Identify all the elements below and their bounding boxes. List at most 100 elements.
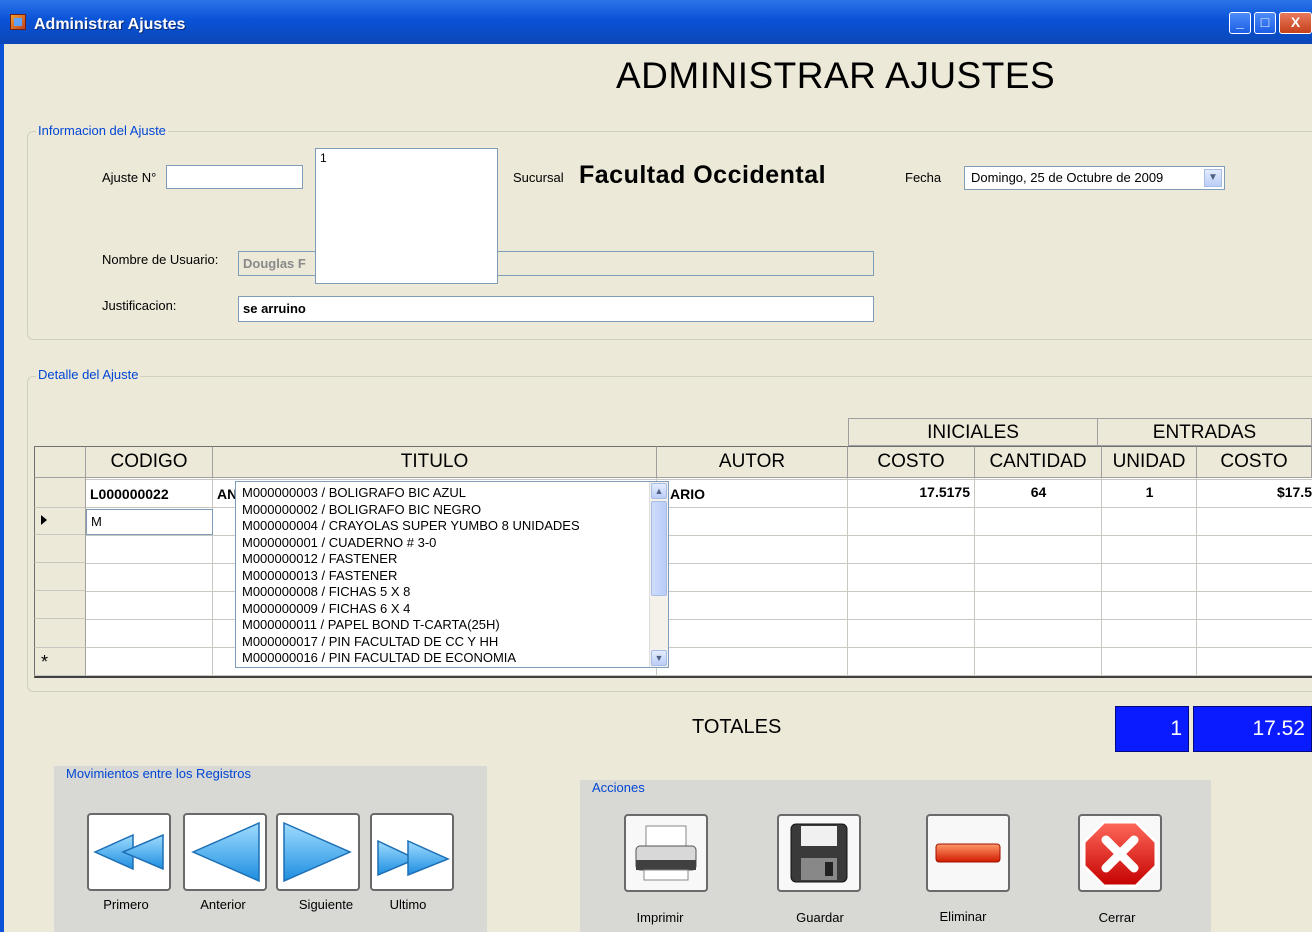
chevron-down-icon[interactable]: ▼ xyxy=(1204,169,1222,187)
last-record-icon xyxy=(377,839,450,877)
dropdown-item[interactable]: M000000008 / FICHAS 5 X 8 xyxy=(242,584,410,600)
fecha-datepicker[interactable]: Domingo, 25 de Octubre de 2009 ▼ xyxy=(964,166,1225,190)
row-header-current[interactable] xyxy=(34,508,86,535)
row-header[interactable] xyxy=(34,478,86,508)
cell-costo[interactable]: 17.5175 xyxy=(848,484,970,500)
col-header-titulo[interactable]: TITULO xyxy=(213,446,657,478)
previous-record-icon xyxy=(191,821,260,883)
ajuste-input[interactable] xyxy=(166,165,303,189)
guardar-button[interactable] xyxy=(777,814,861,892)
header-entradas: ENTRADAS xyxy=(1098,418,1312,446)
ajuste-listbox[interactable]: 1 xyxy=(315,148,498,284)
scroll-up-icon[interactable]: ▲ xyxy=(651,483,667,499)
next-record-icon xyxy=(283,821,352,883)
dropdown-item[interactable]: M000000002 / BOLIGRAFO BIC NEGRO xyxy=(242,502,481,518)
codigo-edit-input[interactable]: M xyxy=(86,509,213,535)
dropdown-scrollbar[interactable]: ▲ ▼ xyxy=(649,482,668,667)
col-header-costo[interactable]: COSTO xyxy=(848,446,975,478)
cell-unidad[interactable]: 1 xyxy=(1102,484,1197,500)
minimize-button[interactable]: _ xyxy=(1229,12,1251,34)
title-bar xyxy=(0,0,1312,44)
close-window-button[interactable]: X xyxy=(1279,12,1312,34)
actions-group-legend: Acciones xyxy=(592,780,645,795)
eliminar-label: Eliminar xyxy=(939,909,987,924)
cell-cantidad[interactable]: 64 xyxy=(975,484,1102,500)
imprimir-label: Imprimir xyxy=(636,910,684,925)
cell-codigo[interactable]: L000000022 xyxy=(90,486,169,502)
info-group-legend: Informacion del Ajuste xyxy=(36,123,168,138)
col-header-cantidad[interactable]: CANTIDAD xyxy=(975,446,1102,478)
printer-icon xyxy=(635,825,697,881)
fecha-label: Fecha xyxy=(905,170,942,185)
scroll-down-icon[interactable]: ▼ xyxy=(651,650,667,666)
siguiente-button[interactable] xyxy=(276,813,360,891)
dropdown-item[interactable]: M000000004 / CRAYOLAS SUPER YUMBO 8 UNID… xyxy=(242,518,580,534)
guardar-label: Guardar xyxy=(796,910,844,925)
save-disk-icon xyxy=(790,823,848,883)
dropdown-item[interactable]: M000000013 / FASTENER xyxy=(242,568,397,584)
justificacion-label: Justificacion: xyxy=(102,298,177,313)
row-header[interactable] xyxy=(34,591,86,619)
grid-col-line xyxy=(974,478,975,676)
cell-costo-entradas[interactable]: $17.5 xyxy=(1197,484,1312,500)
ajuste-list-item[interactable]: 1 xyxy=(320,151,493,165)
dropdown-item[interactable]: M000000016 / PIN FACULTAD DE ECONOMIA xyxy=(242,650,516,666)
grid-col-line xyxy=(212,478,213,676)
cell-autor[interactable]: ARIO xyxy=(670,486,705,502)
page-title: ADMINISTRAR AJUSTES xyxy=(616,55,1056,96)
justificacion-input[interactable]: se arruino xyxy=(238,296,874,322)
app-icon xyxy=(10,14,26,30)
row-header[interactable] xyxy=(34,535,86,563)
header-iniciales: INICIALES xyxy=(848,418,1098,446)
dropdown-item[interactable]: M000000001 / CUADERNO # 3-0 xyxy=(242,535,436,551)
total-unidades: 1 xyxy=(1115,706,1189,752)
grid-col-line xyxy=(847,478,848,676)
col-header-autor[interactable]: AUTOR xyxy=(657,446,848,478)
anterior-label: Anterior xyxy=(200,897,246,912)
detail-grid[interactable]: INICIALES ENTRADAS CODIGO TITULO AUTOR C… xyxy=(34,418,1312,678)
grid-col-line xyxy=(1196,478,1197,676)
dropdown-item[interactable]: M000000011 / PAPEL BOND T-CARTA(25H) xyxy=(242,617,500,633)
maximize-button[interactable]: □ xyxy=(1254,12,1276,34)
col-header-unidad[interactable]: UNIDAD xyxy=(1102,446,1197,478)
totales-label: TOTALES xyxy=(692,716,782,738)
sucursal-label: Sucursal xyxy=(513,170,564,185)
anterior-button[interactable] xyxy=(183,813,267,891)
first-record-icon xyxy=(93,833,164,871)
primero-button[interactable] xyxy=(87,813,171,891)
fecha-num: 25 xyxy=(1030,170,1045,185)
ajuste-label: Ajuste N° xyxy=(102,170,157,185)
primero-label: Primero xyxy=(103,897,149,912)
row-header[interactable] xyxy=(34,619,86,648)
row-header[interactable] xyxy=(34,563,86,591)
window-title: Administrar Ajustes xyxy=(34,16,186,33)
col-header-costo-entradas[interactable]: COSTO xyxy=(1197,446,1312,478)
eliminar-button[interactable] xyxy=(926,814,1010,892)
fecha-year: 2009 xyxy=(1134,170,1164,185)
close-x-icon xyxy=(1082,820,1158,888)
nav-group-legend: Movimientos entre los Registros xyxy=(66,766,251,781)
fecha-month: Octubre xyxy=(1066,170,1113,185)
scroll-thumb[interactable] xyxy=(651,501,667,596)
codigo-dropdown-list[interactable]: M000000003 / BOLIGRAFO BIC AZUL M0000000… xyxy=(235,481,669,668)
dropdown-item[interactable]: M000000017 / PIN FACULTAD DE CC Y HH xyxy=(242,634,498,650)
dropdown-item[interactable]: M000000009 / FICHAS 6 X 4 xyxy=(242,601,410,617)
dropdown-item[interactable]: M000000003 / BOLIGRAFO BIC AZUL xyxy=(242,485,466,501)
ultimo-label: Ultimo xyxy=(389,897,427,912)
grid-col-line xyxy=(1101,478,1102,676)
imprimir-button[interactable] xyxy=(624,814,708,892)
cerrar-button[interactable] xyxy=(1078,814,1162,892)
dropdown-item[interactable]: M000000012 / FASTENER xyxy=(242,551,397,567)
fecha-day: Domingo xyxy=(971,170,1024,185)
total-costo: 17.52 xyxy=(1193,706,1312,752)
detail-group-legend: Detalle del Ajuste xyxy=(36,367,141,382)
usuario-label: Nombre de Usuario: xyxy=(102,252,219,267)
sucursal-value: Facultad Occidental xyxy=(579,161,827,189)
minus-icon xyxy=(935,843,1001,863)
window-frame xyxy=(0,44,4,932)
ultimo-button[interactable] xyxy=(370,813,454,891)
cerrar-label: Cerrar xyxy=(1098,910,1136,925)
new-row-header[interactable]: * xyxy=(34,648,86,676)
col-header-codigo[interactable]: CODIGO xyxy=(86,446,213,478)
row-header-corner xyxy=(34,446,86,478)
